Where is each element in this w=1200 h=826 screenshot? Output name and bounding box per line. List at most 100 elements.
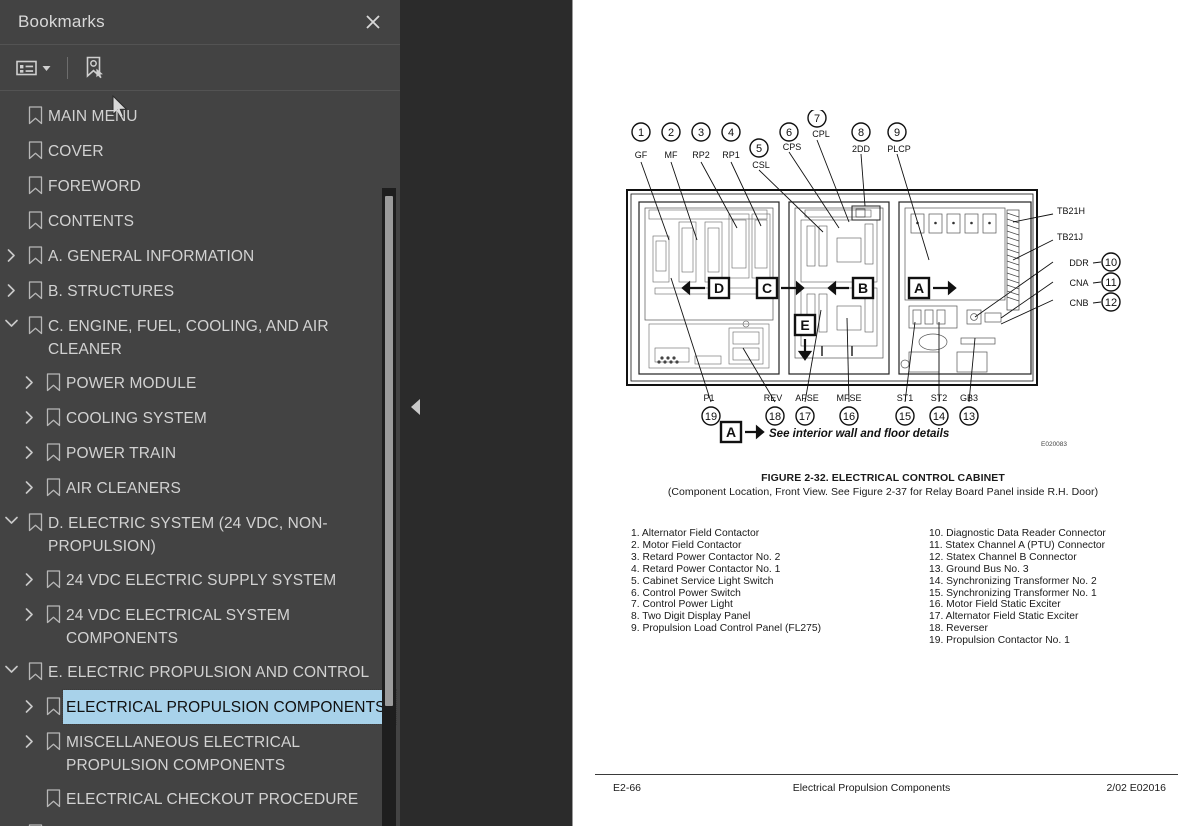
bookmark-item-label: MISCELLANEOUS ELECTRICAL PROPULSION COMP… <box>66 734 300 774</box>
bookmark-item-d-electric-system-24-vdc-non-propulsion[interactable]: D. ELECTRIC SYSTEM (24 VDC, NON-PROPULSI… <box>0 506 400 563</box>
list-options-icon[interactable] <box>12 53 55 83</box>
legend-item: 11. Statex Channel A (PTU) Connector <box>929 539 1106 551</box>
section-marker-C: C <box>755 276 805 300</box>
bookmark-icon <box>40 401 66 427</box>
chevron-right-icon[interactable] <box>18 471 40 494</box>
footer-section-title: Electrical Propulsion Components <box>792 782 951 794</box>
svg-text:RP2: RP2 <box>692 150 710 160</box>
section-marker-E: E <box>793 313 817 361</box>
bookmarks-scrollbar[interactable] <box>382 188 396 826</box>
figure-caption: FIGURE 2-32. ELECTRICAL CONTROL CABINET … <box>583 472 1183 498</box>
bookmark-item-g-drive-axle-spindles-and-wheels[interactable]: G. DRIVE AXLE, SPINDLES AND WHEELS <box>0 817 400 826</box>
legend-item: 5. Cabinet Service Light Switch <box>631 575 774 587</box>
bookmark-item-label: COOLING SYSTEM <box>66 410 207 427</box>
bookmark-item-label: G. DRIVE AXLE, SPINDLES AND WHEELS <box>48 817 364 826</box>
bookmark-item-b-structures[interactable]: B. STRUCTURES <box>0 274 400 309</box>
bookmark-item-a-general-information[interactable]: A. GENERAL INFORMATION <box>0 239 400 274</box>
legend-item: 2. Motor Field Contactor <box>631 539 742 551</box>
bookmarks-panel: Bookmarks MAIN MENU COVER FOREWORD CONTE… <box>0 0 400 826</box>
bookmark-item-contents[interactable]: CONTENTS <box>0 204 400 239</box>
bookmark-item-cooling-system[interactable]: COOLING SYSTEM <box>0 401 400 436</box>
legend-item: 12. Statex Channel B Connector <box>929 551 1077 563</box>
chevron-right-icon[interactable] <box>0 817 22 826</box>
twisty-placeholder <box>0 99 22 109</box>
bookmark-item-foreword[interactable]: FOREWORD <box>0 169 400 204</box>
chevron-right-icon[interactable] <box>18 598 40 621</box>
document-page: D C B A E 1 GF 2 MF 3 RP2 4 RP1 5 CSL 6 … <box>572 0 1200 826</box>
bookmark-icon <box>22 309 48 335</box>
chevron-right-icon[interactable] <box>0 274 22 297</box>
legend-item: 13. Ground Bus No. 3 <box>929 563 1029 575</box>
figure-caption-line2: (Component Location, Front View. See Fig… <box>667 486 1099 498</box>
twisty-placeholder <box>0 134 22 144</box>
svg-text:REV: REV <box>764 393 783 403</box>
svg-text:10: 10 <box>1105 257 1117 269</box>
legend-item: 6. Control Power Switch <box>631 587 741 599</box>
legend-column-right: 10. Diagnostic Data Reader Connector 11. … <box>929 528 1179 647</box>
legend-item: 16. Motor Field Static Exciter <box>929 599 1061 611</box>
chevron-down-icon[interactable] <box>0 309 22 328</box>
bookmark-item-electrical-propulsion-components[interactable]: ELECTRICAL PROPULSION COMPONENTS <box>0 689 400 725</box>
collapse-panel-arrow-icon[interactable] <box>410 398 422 416</box>
svg-text:19: 19 <box>705 411 717 423</box>
bookmark-icon <box>40 725 66 751</box>
bookmark-item-e-electric-propulsion-and-control[interactable]: E. ELECTRIC PROPULSION AND CONTROL <box>0 655 400 690</box>
bookmark-item-c-engine-fuel-cooling-and-air-cleaner[interactable]: C. ENGINE, FUEL, COOLING, AND AIR CLEANE… <box>0 309 400 366</box>
svg-text:AFSE: AFSE <box>795 393 819 403</box>
chevron-right-icon[interactable] <box>18 725 40 748</box>
svg-text:CPL: CPL <box>812 129 830 139</box>
bookmark-item-electrical-checkout-procedure[interactable]: ELECTRICAL CHECKOUT PROCEDURE <box>0 782 400 817</box>
svg-text:MFSE: MFSE <box>836 393 861 403</box>
chevron-right-icon[interactable] <box>0 239 22 262</box>
chevron-right-icon[interactable] <box>18 366 40 389</box>
bookmark-item-label: B. STRUCTURES <box>48 283 175 300</box>
chevron-right-icon[interactable] <box>18 436 40 459</box>
svg-text:16: 16 <box>843 411 855 423</box>
svg-text:9: 9 <box>894 127 900 139</box>
bookmark-item-label: FOREWORD <box>48 178 141 195</box>
bookmark-item-cover[interactable]: COVER <box>0 134 400 169</box>
svg-text:ST2: ST2 <box>931 393 948 403</box>
bookmark-item-miscellaneous-electrical-propulsion-components[interactable]: MISCELLANEOUS ELECTRICAL PROPULSION COMP… <box>0 725 400 782</box>
figure-caption-line1: FIGURE 2-32. ELECTRICAL CONTROL CABINET <box>761 472 1005 484</box>
legend-item: 1. Alternator Field Contactor <box>631 528 760 539</box>
svg-text:P1: P1 <box>703 393 714 403</box>
chevron-right-icon[interactable] <box>18 563 40 586</box>
bookmark-item-label: ELECTRICAL PROPULSION COMPONENTS <box>62 689 397 725</box>
legend-item: 15. Synchronizing Transformer No. 1 <box>929 587 1097 599</box>
svg-text:CPS: CPS <box>783 142 802 152</box>
svg-text:DDR: DDR <box>1069 258 1089 268</box>
bookmark-tree[interactable]: MAIN MENU COVER FOREWORD CONTENTS A. GENERAL… <box>0 91 400 826</box>
bookmark-item-label: 24 VDC ELECTRICAL SYSTEM COMPONENTS <box>66 607 291 647</box>
bookmarks-scrollbar-thumb[interactable] <box>385 196 393 706</box>
bookmark-item-power-module[interactable]: POWER MODULE <box>0 366 400 401</box>
bookmark-icon <box>40 436 66 462</box>
bookmark-item-24-vdc-electrical-system-components[interactable]: 24 VDC ELECTRICAL SYSTEM COMPONENTS <box>0 598 400 655</box>
new-bookmark-icon[interactable] <box>80 53 110 83</box>
chevron-down-icon[interactable] <box>42 59 51 77</box>
legend-item: 10. Diagnostic Data Reader Connector <box>929 528 1106 539</box>
bookmark-item-main-menu[interactable]: MAIN MENU <box>0 99 400 134</box>
svg-text:MF: MF <box>665 150 678 160</box>
bookmark-icon <box>40 471 66 497</box>
bookmark-item-air-cleaners[interactable]: AIR CLEANERS <box>0 471 400 506</box>
bookmark-item-24-vdc-electric-supply-system[interactable]: 24 VDC ELECTRIC SUPPLY SYSTEM <box>0 563 400 598</box>
close-icon[interactable] <box>360 9 386 35</box>
bookmark-item-power-train[interactable]: POWER TRAIN <box>0 436 400 471</box>
svg-text:13: 13 <box>963 411 975 423</box>
chevron-right-icon[interactable] <box>18 401 40 424</box>
legend-item: 17. Alternator Field Static Exciter <box>929 611 1079 623</box>
bookmark-icon <box>40 366 66 392</box>
chevron-down-icon[interactable] <box>0 506 22 525</box>
bookmark-icon <box>22 506 48 532</box>
chevron-right-icon[interactable] <box>18 690 40 713</box>
bookmark-icon <box>22 169 48 195</box>
legend-item: 8. Two Digit Display Panel <box>631 611 751 623</box>
legend-item: 14. Synchronizing Transformer No. 2 <box>929 575 1097 587</box>
bookmark-item-label: POWER MODULE <box>66 375 197 392</box>
svg-text:15: 15 <box>899 411 911 423</box>
svg-text:3: 3 <box>698 127 704 139</box>
panel-title: Bookmarks <box>18 12 105 31</box>
bookmark-icon <box>40 563 66 589</box>
chevron-down-icon[interactable] <box>0 655 22 674</box>
